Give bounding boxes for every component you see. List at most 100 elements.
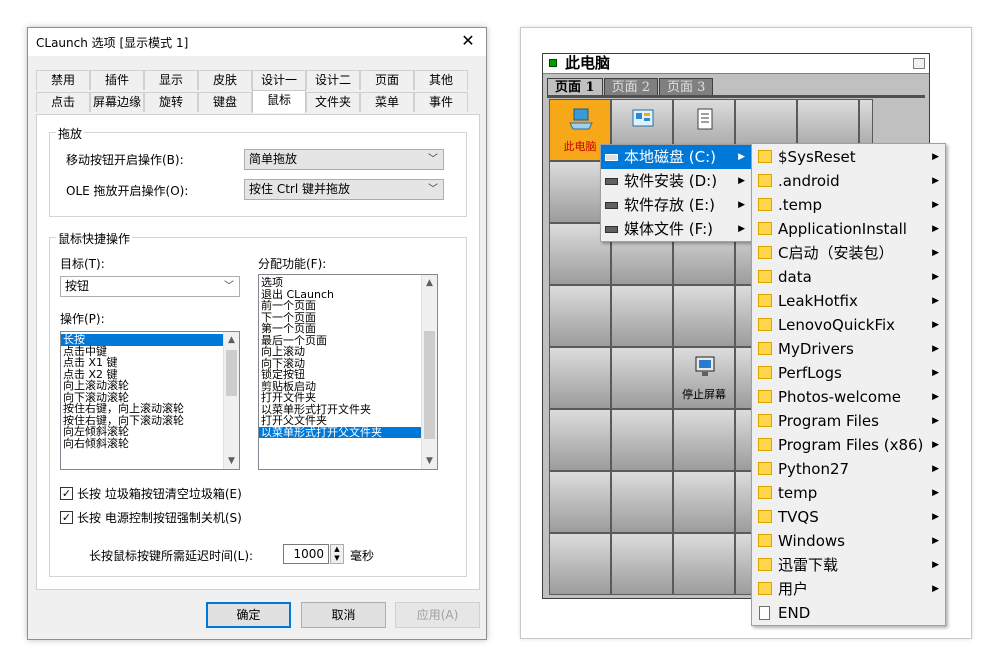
menu-item-folder[interactable]: Program Files ▶ [752,409,945,433]
menu-item-drive-f[interactable]: 媒体文件 (F:) ▶ [601,217,751,241]
tab-display[interactable]: 显示 [144,70,198,90]
function-scrollbar[interactable]: ▲ ▼ [421,275,437,469]
tab-page-2[interactable]: 页面 2 [603,78,658,96]
empty-launcher-slot[interactable] [673,533,735,595]
menu-item-drive-d[interactable]: 软件安装 (D:) ▶ [601,169,751,193]
empty-launcher-slot[interactable] [611,409,673,471]
list-item[interactable]: 打开文件夹 [259,392,422,404]
tab-other[interactable]: 其他 [414,70,468,90]
target-select[interactable]: 按钮 ﹀ [60,276,240,297]
tab-mouse[interactable]: 鼠标 [252,90,306,113]
empty-launcher-slot[interactable] [549,409,611,471]
list-item[interactable]: 选项 [259,277,422,289]
menu-item-drive-e[interactable]: 软件存放 (E:) ▶ [601,193,751,217]
menu-item-folder[interactable]: 用户 ▶ [752,577,945,601]
scroll-up-icon[interactable]: ▲ [224,332,239,348]
empty-launcher-slot[interactable] [611,533,673,595]
tab-events[interactable]: 事件 [414,92,468,112]
tab-row-2: 点击 屏幕边缘 旋转 键盘 鼠标 文件夹 菜单 事件 [36,90,468,113]
tab-screen-edge[interactable]: 屏幕边缘 [90,92,144,112]
menu-item-folder[interactable]: MyDrivers ▶ [752,337,945,361]
function-listbox[interactable]: 选项 退出 CLaunch 前一个页面 下一个页面 第一个页面 最后一个页面 向… [258,274,438,470]
menu-item-folder[interactable]: .temp ▶ [752,193,945,217]
list-item[interactable]: 向上滚动 [259,346,422,358]
tab-keyboard[interactable]: 键盘 [198,92,252,112]
menu-item-folder[interactable]: .android ▶ [752,169,945,193]
menu-item-folder[interactable]: data ▶ [752,265,945,289]
list-item[interactable]: 点击 X1 键 [61,357,224,369]
screensaver-button[interactable]: 停止屏幕 [673,347,735,409]
tab-design1[interactable]: 设计一 [252,70,306,90]
empty-launcher-slot[interactable] [611,347,673,409]
empty-launcher-slot[interactable] [611,285,673,347]
scroll-thumb[interactable] [226,350,237,396]
menu-item-folder[interactable]: temp ▶ [752,481,945,505]
menu-item-drive-c[interactable]: 本地磁盘 (C:) ▶ [601,145,751,169]
menu-item-folder[interactable]: PerfLogs ▶ [752,361,945,385]
menu-item-folder[interactable]: Photos-welcome ▶ [752,385,945,409]
menu-item-folder[interactable]: TVQS ▶ [752,505,945,529]
empty-launcher-slot[interactable] [549,533,611,595]
tab-click[interactable]: 点击 [36,92,90,112]
empty-launcher-slot[interactable] [549,285,611,347]
action-listbox[interactable]: 长按 点击中键 点击 X1 键 点击 X2 键 向上滚动滚轮 向下滚动滚轮 按住… [60,331,240,470]
force-shutdown-checkbox[interactable]: ✓ 长按 电源控制按钮强制关机(S) [60,509,242,526]
delay-input[interactable]: 1000 [283,544,329,564]
empty-launcher-slot[interactable] [673,285,735,347]
empty-trash-checkbox[interactable]: ✓ 长按 垃圾箱按钮清空垃圾箱(E) [60,485,242,502]
list-item[interactable]: 按住右键，向上滚动滚轮 [61,403,224,415]
chevron-down-icon: ﹀ [224,281,234,292]
empty-launcher-slot[interactable] [673,409,735,471]
tab-page-1[interactable]: 页面 1 [547,78,603,96]
empty-launcher-slot[interactable] [549,471,611,533]
menu-item-folder[interactable]: Program Files (x86) ▶ [752,433,945,457]
scroll-down-icon[interactable]: ▼ [224,453,239,469]
scroll-down-icon[interactable]: ▼ [422,453,437,469]
tab-skin[interactable]: 皮肤 [198,70,252,90]
menu-item-folder[interactable]: 迅雷下载 ▶ [752,553,945,577]
tab-page[interactable]: 页面 [360,70,414,90]
list-item[interactable]: 向右倾斜滚轮 [61,438,224,450]
list-item[interactable]: 锁定按钮 [259,369,422,381]
dialog-titlebar: CLaunch 选项 [显示模式 1] ✕ [28,28,486,56]
tab-disable[interactable]: 禁用 [36,70,90,90]
minimize-icon[interactable] [913,58,925,69]
list-item[interactable]: 以菜单形式打开父文件夹 [259,426,422,438]
empty-launcher-slot[interactable] [549,347,611,409]
menu-item-folder[interactable]: LeakHotfix ▶ [752,289,945,313]
menu-item-folder[interactable]: ApplicationInstall ▶ [752,217,945,241]
list-item[interactable]: 第一个页面 [259,323,422,335]
folder-icon [758,438,772,451]
menu-item-folder[interactable]: Python27 ▶ [752,457,945,481]
empty-launcher-slot[interactable] [673,471,735,533]
list-item[interactable]: 长按 [61,334,224,346]
tab-page-3[interactable]: 页面 3 [658,78,714,96]
menu-item-folder[interactable]: $SysReset ▶ [752,145,945,169]
tab-rotate[interactable]: 旋转 [144,92,198,112]
drag-drop-group: 拖放 移动按钮开启操作(B): 简单拖放 ﹀ OLE 拖放开启操作(O): 按住… [49,125,467,217]
menu-item-folder[interactable]: C启动（安装包） ▶ [752,241,945,265]
list-item[interactable]: 前一个页面 [259,300,422,312]
list-item[interactable]: 向左倾斜滚轮 [61,426,224,438]
move-drag-select[interactable]: 简单拖放 ﹀ [244,149,444,170]
tab-menu[interactable]: 菜单 [360,92,414,112]
menu-item-folder[interactable]: Windows ▶ [752,529,945,553]
cancel-button[interactable]: 取消 [301,602,386,628]
scroll-up-icon[interactable]: ▲ [422,275,437,291]
tab-design2[interactable]: 设计二 [306,70,360,90]
folder-icon [758,414,772,427]
list-item[interactable]: 打开父文件夹 [259,415,422,427]
scroll-thumb[interactable] [424,331,435,439]
tab-plugins[interactable]: 插件 [90,70,144,90]
menu-item-folder[interactable]: LenovoQuickFix ▶ [752,313,945,337]
close-icon[interactable]: ✕ [458,31,478,50]
list-item[interactable]: 向上滚动滚轮 [61,380,224,392]
ok-button[interactable]: 确定 [206,602,291,628]
apply-button[interactable]: 应用(A) [395,602,480,628]
tab-folder[interactable]: 文件夹 [306,92,360,112]
empty-launcher-slot[interactable] [611,471,673,533]
menu-item-file[interactable]: END [752,601,945,625]
action-scrollbar[interactable]: ▲ ▼ [223,332,239,469]
delay-stepper[interactable]: ▲ ▼ [330,544,344,564]
ole-drag-select[interactable]: 按住 Ctrl 键并拖放 ﹀ [244,179,444,200]
